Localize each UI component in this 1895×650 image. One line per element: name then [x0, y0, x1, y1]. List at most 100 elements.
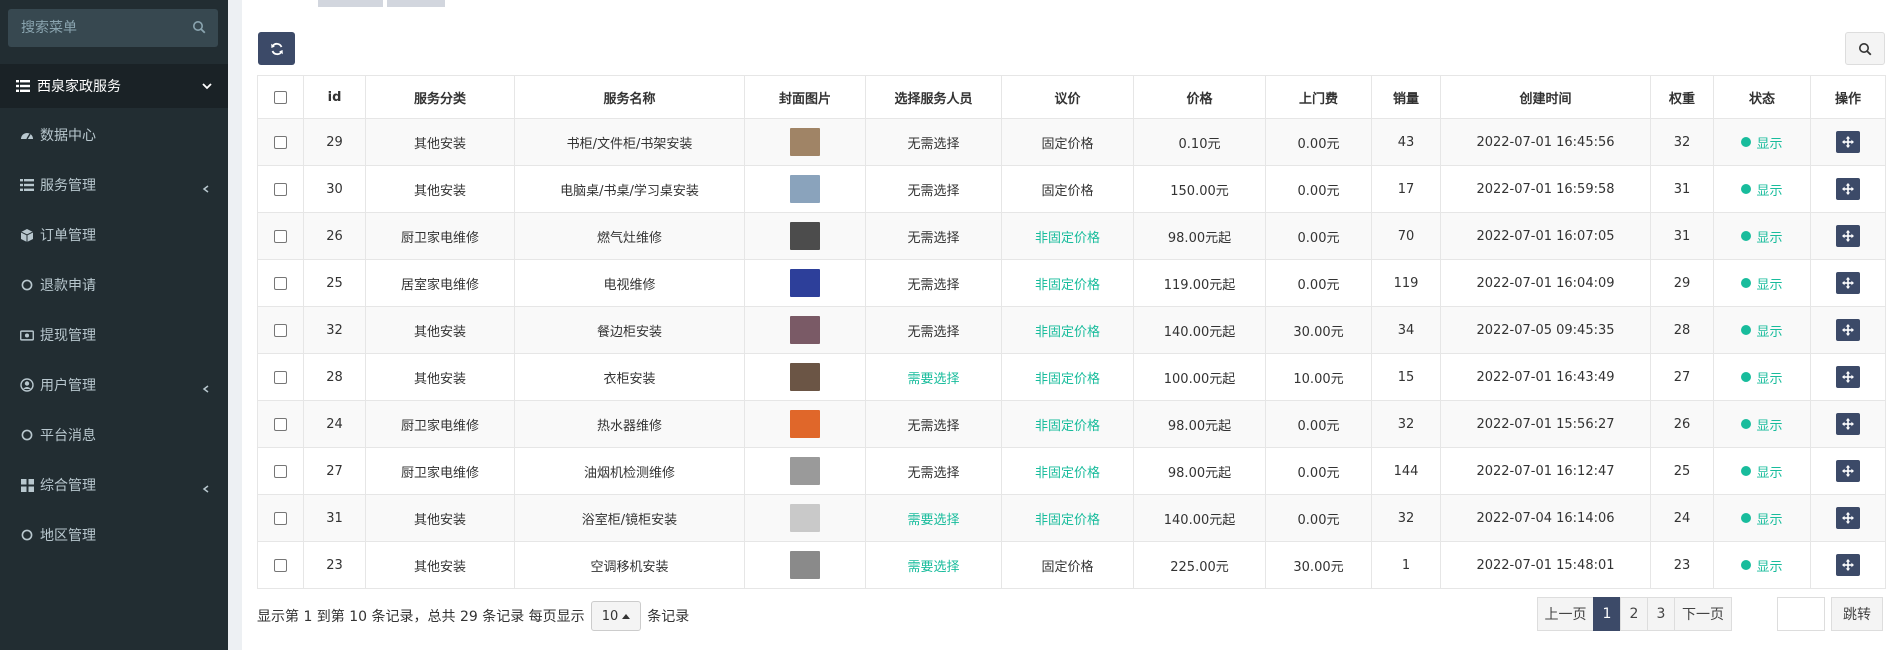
table-row[interactable]: 23 其他安装 空调移机安装 需要选择 固定价格 225.00元 30.00元 1 2022-0… — [257, 541, 1886, 589]
cover-thumbnail[interactable] — [790, 175, 820, 203]
table-row[interactable]: 25 居室家电维修 电视维修 无需选择 非固定价格 119.00元起 0.00元 119 202… — [257, 259, 1886, 307]
drag-sort-button[interactable] — [1836, 507, 1860, 529]
next-page-button[interactable]: 下一页 — [1674, 597, 1732, 631]
status-badge[interactable]: 显示 — [1741, 321, 1783, 340]
row-checkbox[interactable] — [274, 323, 287, 337]
search-icon[interactable] — [192, 20, 206, 34]
table-row[interactable]: 26 厨卫家电维修 燃气灶维修 无需选择 非固定价格 98.00元起 0.00元 70 2022… — [257, 212, 1886, 260]
row-checkbox[interactable] — [274, 464, 287, 478]
jump-button[interactable]: 跳转 — [1831, 597, 1883, 631]
header-fee[interactable]: 上门费 — [1265, 75, 1372, 119]
cover-thumbnail[interactable] — [790, 128, 820, 156]
header-price[interactable]: 价格 — [1133, 75, 1266, 119]
jump-page-input[interactable] — [1777, 597, 1825, 631]
row-checkbox[interactable] — [274, 558, 287, 572]
table-row[interactable]: 31 其他安装 浴室柜/镜柜安装 需要选择 非固定价格 140.00元起 0.00元 32 20… — [257, 494, 1886, 542]
tab-inactive[interactable] — [318, 0, 383, 7]
tab-inactive[interactable] — [387, 0, 445, 7]
row-select-cell[interactable] — [257, 353, 304, 401]
status-badge[interactable]: 显示 — [1741, 274, 1783, 293]
status-badge[interactable]: 显示 — [1741, 509, 1783, 528]
cell-sales: 32 — [1371, 400, 1441, 448]
drag-sort-button[interactable] — [1836, 225, 1860, 247]
drag-sort-button[interactable] — [1836, 272, 1860, 294]
sidebar-item-5[interactable]: 用户管理 — [0, 360, 228, 410]
page-button-2[interactable]: 2 — [1620, 597, 1648, 631]
drag-sort-button[interactable] — [1836, 131, 1860, 153]
row-select-cell[interactable] — [257, 494, 304, 542]
cover-thumbnail[interactable] — [790, 410, 820, 438]
row-select-cell[interactable] — [257, 447, 304, 495]
header-id[interactable]: id — [303, 75, 366, 119]
menu-search-input[interactable] — [8, 9, 218, 47]
row-checkbox[interactable] — [274, 229, 287, 243]
refresh-button[interactable] — [258, 32, 295, 65]
header-select-all[interactable] — [257, 75, 304, 119]
select-all-checkbox[interactable] — [274, 90, 287, 104]
row-checkbox[interactable] — [274, 511, 287, 525]
cover-thumbnail[interactable] — [790, 363, 820, 391]
sidebar-item-3[interactable]: 退款申请 — [0, 260, 228, 310]
header-staff[interactable]: 选择服务人员 — [865, 75, 1002, 119]
cover-thumbnail[interactable] — [790, 504, 820, 532]
status-badge[interactable]: 显示 — [1741, 368, 1783, 387]
sidebar-item-2[interactable]: 订单管理 — [0, 210, 228, 260]
row-select-cell[interactable] — [257, 541, 304, 589]
table-row[interactable]: 27 厨卫家电维修 油烟机检测维修 无需选择 非固定价格 98.00元起 0.00元 144 2… — [257, 447, 1886, 495]
cover-thumbnail[interactable] — [790, 269, 820, 297]
page-button-1[interactable]: 1 — [1593, 597, 1621, 631]
row-checkbox[interactable] — [274, 370, 287, 384]
table-row[interactable]: 32 其他安装 餐边柜安装 无需选择 非固定价格 140.00元起 30.00元 34 2022… — [257, 306, 1886, 354]
sidebar-item-7[interactable]: 综合管理 — [0, 460, 228, 510]
drag-sort-button[interactable] — [1836, 178, 1860, 200]
row-select-cell[interactable] — [257, 118, 304, 166]
drag-sort-button[interactable] — [1836, 554, 1860, 576]
drag-sort-button[interactable] — [1836, 366, 1860, 388]
prev-page-button[interactable]: 上一页 — [1537, 597, 1594, 631]
header-bargain[interactable]: 议价 — [1001, 75, 1134, 119]
row-checkbox[interactable] — [274, 182, 287, 196]
status-badge[interactable]: 显示 — [1741, 415, 1783, 434]
drag-sort-button[interactable] — [1836, 413, 1860, 435]
row-select-cell[interactable] — [257, 165, 304, 213]
sidebar-item-0[interactable]: 数据中心 — [0, 110, 228, 160]
cover-thumbnail[interactable] — [790, 316, 820, 344]
header-weight[interactable]: 权重 — [1650, 75, 1714, 119]
status-badge[interactable]: 显示 — [1741, 180, 1783, 199]
row-checkbox[interactable] — [274, 276, 287, 290]
sidebar-item-label: 提现管理 — [40, 328, 96, 344]
drag-sort-button[interactable] — [1836, 319, 1860, 341]
header-status[interactable]: 状态 — [1713, 75, 1811, 119]
header-created[interactable]: 创建时间 — [1440, 75, 1651, 119]
sidebar-item-4[interactable]: 提现管理 — [0, 310, 228, 360]
status-badge[interactable]: 显示 — [1741, 227, 1783, 246]
sidebar-group-header[interactable]: 西泉家政服务 — [0, 64, 228, 108]
table-row[interactable]: 29 其他安装 书柜/文件柜/书架安装 无需选择 固定价格 0.10元 0.00元 43 202… — [257, 118, 1886, 166]
cell-cover — [744, 212, 866, 260]
cover-thumbnail[interactable] — [790, 551, 820, 579]
status-badge[interactable]: 显示 — [1741, 462, 1783, 481]
row-select-cell[interactable] — [257, 212, 304, 260]
cover-thumbnail[interactable] — [790, 222, 820, 250]
status-badge[interactable]: 显示 — [1741, 133, 1783, 152]
row-select-cell[interactable] — [257, 306, 304, 354]
drag-sort-button[interactable] — [1836, 460, 1860, 482]
page-button-3[interactable]: 3 — [1647, 597, 1675, 631]
sidebar-item-1[interactable]: 服务管理 — [0, 160, 228, 210]
header-category[interactable]: 服务分类 — [365, 75, 515, 119]
header-name[interactable]: 服务名称 — [514, 75, 745, 119]
page-size-select[interactable]: 10 — [590, 601, 642, 631]
row-checkbox[interactable] — [274, 417, 287, 431]
table-row[interactable]: 24 厨卫家电维修 热水器维修 无需选择 非固定价格 98.00元起 0.00元 32 2022… — [257, 400, 1886, 448]
table-row[interactable]: 28 其他安装 衣柜安装 需要选择 非固定价格 100.00元起 10.00元 15 2022-… — [257, 353, 1886, 401]
sidebar-item-8[interactable]: 地区管理 — [0, 510, 228, 560]
status-badge[interactable]: 显示 — [1741, 556, 1783, 575]
table-row[interactable]: 30 其他安装 电脑桌/书桌/学习桌安装 无需选择 固定价格 150.00元 0.00元 17… — [257, 165, 1886, 213]
cover-thumbnail[interactable] — [790, 457, 820, 485]
sidebar-item-6[interactable]: 平台消息 — [0, 410, 228, 460]
row-select-cell[interactable] — [257, 259, 304, 307]
row-select-cell[interactable] — [257, 400, 304, 448]
table-search-button[interactable] — [1845, 32, 1885, 65]
header-sales[interactable]: 销量 — [1371, 75, 1441, 119]
row-checkbox[interactable] — [274, 135, 287, 149]
